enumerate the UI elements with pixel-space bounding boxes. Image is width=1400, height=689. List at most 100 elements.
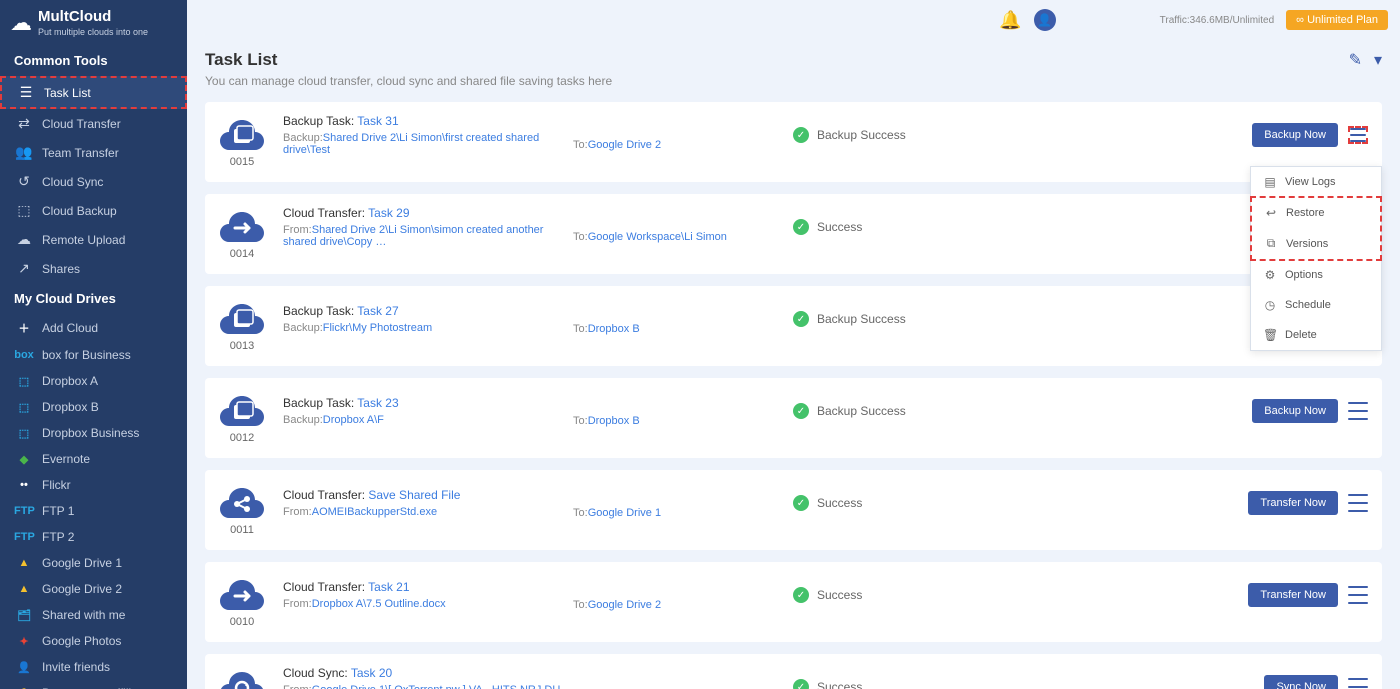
tool-icon: ⬚ <box>14 202 34 219</box>
task-dest[interactable]: Google Workspace\Li Simon <box>588 231 727 243</box>
tool-label: Remote Upload <box>42 233 125 247</box>
drive-flickr[interactable]: ••Flickr <box>0 472 187 498</box>
drive-dropbox-a[interactable]: ⬚Dropbox A <box>0 368 187 394</box>
task-type-icon <box>219 388 265 434</box>
page-title: Task List <box>205 50 277 70</box>
sidebar-tool-remote-upload[interactable]: ☁ Remote Upload <box>0 225 187 254</box>
task-status: Backup Success <box>817 312 906 326</box>
menu-restore[interactable]: ↩ Restore <box>1252 198 1380 228</box>
filter-icon[interactable]: ▾ <box>1374 50 1382 70</box>
content-area: Task List ✎ ▾ You can manage cloud trans… <box>187 40 1400 689</box>
task-source: Backup:Dropbox A\F <box>283 414 573 426</box>
task-dest[interactable]: Google Drive 2 <box>588 599 661 611</box>
drive-invite-friends[interactable]: 👤 Invite friends <box>0 654 187 680</box>
task-title: Cloud Transfer: Save Shared File <box>283 488 573 502</box>
page-subtitle: You can manage cloud transfer, cloud syn… <box>205 74 1382 88</box>
drive-box-for-business[interactable]: boxbox for Business <box>0 342 187 368</box>
task-dest-label: To: <box>573 323 588 335</box>
sidebar-tool-team-transfer[interactable]: 👥Team Transfer <box>0 138 187 167</box>
check-icon: ✓ <box>793 403 809 419</box>
sidebar-tool-cloud-backup[interactable]: ⬚ Cloud Backup <box>0 196 187 225</box>
task-title: Cloud Sync: Task 20 <box>283 666 573 680</box>
menu-delete[interactable]: 🗑 Delete <box>1251 320 1381 350</box>
task-id: 0015 <box>219 156 265 168</box>
menu-view-logs-label: View Logs <box>1285 176 1336 188</box>
task-action-button[interactable]: Backup Now <box>1252 399 1338 423</box>
check-icon: ✓ <box>793 679 809 689</box>
drive-icon: 👤 <box>14 661 34 674</box>
versions-icon: ⧉ <box>1264 236 1278 251</box>
brand-tagline: Put multiple clouds into one <box>38 27 148 37</box>
check-icon: ✓ <box>793 219 809 235</box>
task-action-button[interactable]: Transfer Now <box>1248 583 1338 607</box>
drive-label: Google Drive 2 <box>42 582 122 596</box>
drive-add-cloud[interactable]: ＋Add Cloud <box>0 314 187 342</box>
unlimited-plan-button[interactable]: ∞ Unlimited Plan <box>1286 10 1388 30</box>
drive-google-drive-1[interactable]: ▲Google Drive 1 <box>0 550 187 576</box>
drive-label: Add Cloud <box>42 321 98 335</box>
cloud-logo-icon: ☁ <box>10 10 32 36</box>
user-avatar[interactable]: 👤 <box>1034 9 1056 31</box>
drive-icon: •• <box>14 479 34 491</box>
drive-icon: ▲ <box>14 557 34 569</box>
drive-evernote[interactable]: ◆Evernote <box>0 446 187 472</box>
my-cloud-drives-header: My Cloud Drives <box>0 283 187 314</box>
drive-icon: ✦ <box>14 635 34 648</box>
drive-dropbox-business[interactable]: ⬚Dropbox Business <box>0 420 187 446</box>
drive-ftp-1[interactable]: FTPFTP 1 <box>0 498 187 524</box>
task-dest[interactable]: Dropbox B <box>588 415 640 427</box>
menu-schedule[interactable]: ◷ Schedule <box>1251 290 1381 320</box>
gear-icon: ⚙ <box>1263 268 1277 282</box>
drive-label: Invite friends <box>42 660 110 674</box>
tool-label: Cloud Backup <box>42 204 117 218</box>
tool-label: Cloud Sync <box>42 175 103 189</box>
task-menu-button[interactable] <box>1348 126 1368 144</box>
task-dest[interactable]: Dropbox B <box>588 323 640 335</box>
task-menu-button[interactable] <box>1348 678 1368 689</box>
task-id: 0011 <box>219 524 265 536</box>
edit-icon[interactable]: ✎ <box>1349 50 1362 70</box>
menu-versions-label: Versions <box>1286 238 1328 250</box>
task-title: Backup Task: Task 31 <box>283 114 573 128</box>
tool-label: Team Transfer <box>42 146 119 160</box>
traffic-text: Traffic:346.6MB/Unlimited <box>1160 15 1275 26</box>
drive-dropbox-b[interactable]: ⬚Dropbox B <box>0 394 187 420</box>
menu-view-logs[interactable]: ▤ View Logs <box>1251 167 1381 197</box>
menu-versions[interactable]: ⧉ Versions <box>1252 228 1380 259</box>
task-menu-button[interactable] <box>1348 402 1368 420</box>
drive-shared-with-me[interactable]: 🗂Shared with me <box>0 602 187 628</box>
task-dest[interactable]: Google Drive 1 <box>588 507 661 519</box>
menu-options[interactable]: ⚙ Options <box>1251 260 1381 290</box>
task-title: Cloud Transfer: Task 29 <box>283 206 573 220</box>
task-title: Backup Task: Task 27 <box>283 304 573 318</box>
sidebar-tool-cloud-transfer[interactable]: ⇄Cloud Transfer <box>0 109 187 138</box>
sidebar-tool-cloud-sync[interactable]: ↺ Cloud Sync <box>0 167 187 196</box>
drive-google-drive-2[interactable]: ▲ Google Drive 2 <box>0 576 187 602</box>
task-action-button[interactable]: Transfer Now <box>1248 491 1338 515</box>
task-menu-button[interactable] <box>1348 586 1368 604</box>
task-dest[interactable]: Google Drive 2 <box>588 139 661 151</box>
clock-icon: ◷ <box>1263 298 1277 312</box>
task-source: From:Shared Drive 2\Li Simon\simon creat… <box>283 224 573 248</box>
sidebar-tool-task-list[interactable]: ☰Task List <box>0 76 187 109</box>
drive-ftp-2[interactable]: FTPFTP 2 <box>0 524 187 550</box>
task-dest-label: To: <box>573 231 588 243</box>
task-id: 0013 <box>219 340 265 352</box>
drive-google-photos[interactable]: ✦Google Photos <box>0 628 187 654</box>
list-icon: ▤ <box>1263 175 1277 189</box>
task-action-button[interactable]: Backup Now <box>1252 123 1338 147</box>
sidebar-tool-shares[interactable]: ↗Shares <box>0 254 187 283</box>
task-source: Backup:Shared Drive 2\Li Simon\first cre… <box>283 132 573 156</box>
logo[interactable]: ☁ MultCloud Put multiple clouds into one <box>0 0 187 45</box>
drive-icon: ▲ <box>14 583 34 595</box>
drive-become-our-affiliate[interactable]: $Become our affiliate <box>0 680 187 689</box>
tool-icon: ☁ <box>14 231 34 248</box>
task-row: 009 Cloud Sync: Task 20 From:Google Driv… <box>205 654 1382 689</box>
bell-icon[interactable]: 🔔 <box>999 10 1021 31</box>
task-status: Success <box>817 496 862 510</box>
check-icon: ✓ <box>793 311 809 327</box>
task-menu-button[interactable] <box>1348 494 1368 512</box>
tool-icon: ↺ <box>14 173 34 190</box>
restore-icon: ↩ <box>1264 206 1278 220</box>
task-action-button[interactable]: Sync Now <box>1264 675 1338 689</box>
